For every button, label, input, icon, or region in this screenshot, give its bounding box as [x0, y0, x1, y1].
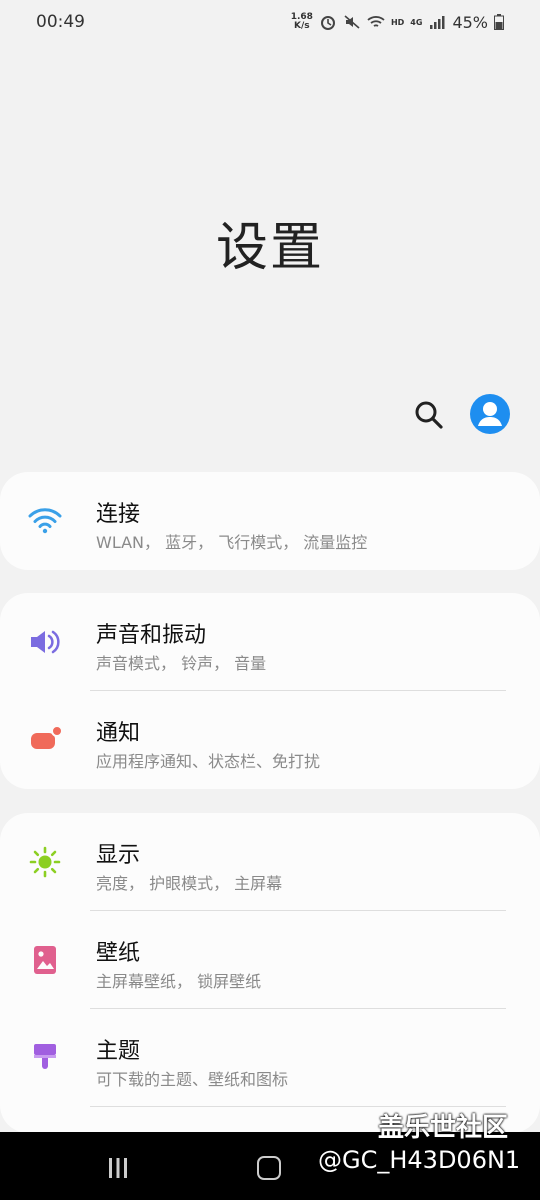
item-description: 可下载的主题、壁纸和图标: [96, 1070, 289, 1089]
account-icon: [478, 402, 502, 426]
wallpaper-icon: [34, 946, 56, 974]
watermark-user: @GC_H43D06N1: [318, 1146, 521, 1174]
alarm-icon: [320, 16, 335, 30]
mute-icon: [344, 15, 360, 29]
item-label: 连接: [96, 502, 141, 527]
settings-item-themes[interactable]: 主题 可下载的主题、壁纸和图标: [0, 1009, 540, 1107]
net-speed-unit: K/s: [294, 21, 310, 31]
settings-item-display[interactable]: 显示 亮度， 护眼模式， 主屏幕: [0, 813, 540, 911]
brightness-icon: [29, 846, 61, 878]
account-button[interactable]: [470, 394, 510, 434]
status-time: 00:49: [36, 12, 85, 32]
item-description: WLAN， 蓝牙， 飞行模式， 流量监控: [96, 533, 368, 552]
home-button[interactable]: [257, 1156, 281, 1180]
item-label: 主题: [96, 1039, 141, 1064]
item-label: 通知: [96, 721, 141, 746]
settings-item-sound[interactable]: 声音和振动 声音模式， 铃声， 音量: [0, 593, 540, 691]
settings-group-sound-notifications: 声音和振动 声音模式， 铃声， 音量 通知 应用程序通知、状态栏、免打扰: [0, 593, 540, 789]
net-speed: 1.68 K/s: [291, 13, 313, 31]
settings-group-connections: 连接 WLAN， 蓝牙， 飞行模式， 流量监控: [0, 472, 540, 570]
page-title: 设置: [215, 218, 324, 278]
battery-icon: [494, 14, 504, 30]
item-description: 亮度， 护眼模式， 主屏幕: [96, 874, 283, 893]
item-label: 壁纸: [96, 941, 141, 966]
notification-icon: [31, 725, 62, 749]
status-bar: 00:49 1.68 K/s HD 4G 45%: [0, 0, 540, 44]
hd-label: HD: [390, 17, 405, 27]
search-button[interactable]: [412, 398, 446, 432]
settings-item-connections[interactable]: 连接 WLAN， 蓝牙， 飞行模式， 流量监控: [0, 472, 540, 570]
theme-brush-icon: [34, 1044, 56, 1069]
network-type: 4G: [410, 17, 423, 27]
settings-item-notifications[interactable]: 通知 应用程序通知、状态栏、免打扰: [0, 691, 540, 789]
settings-group-display: 显示 亮度， 护眼模式， 主屏幕 壁纸 主屏幕壁纸， 锁屏壁纸 主题 可下载的主…: [0, 813, 540, 1133]
speaker-icon: [31, 630, 60, 654]
item-label: 显示: [96, 843, 141, 868]
wifi-icon: [28, 508, 62, 534]
wifi-status-icon: [367, 16, 385, 27]
item-label: 声音和振动: [96, 623, 207, 648]
item-description: 应用程序通知、状态栏、免打扰: [96, 752, 321, 771]
signal-icon: [430, 16, 445, 29]
status-icons: 1.68 K/s HD 4G 45%: [291, 13, 504, 32]
battery-percent: 45%: [452, 12, 488, 32]
recents-button[interactable]: [106, 1158, 130, 1178]
item-description: 主屏幕壁纸， 锁屏壁纸: [96, 972, 262, 991]
watermark-site: 盖乐世社区: [378, 1113, 509, 1143]
item-description: 声音模式， 铃声， 音量: [96, 654, 267, 673]
settings-item-wallpaper[interactable]: 壁纸 主屏幕壁纸， 锁屏壁纸: [0, 911, 540, 1009]
